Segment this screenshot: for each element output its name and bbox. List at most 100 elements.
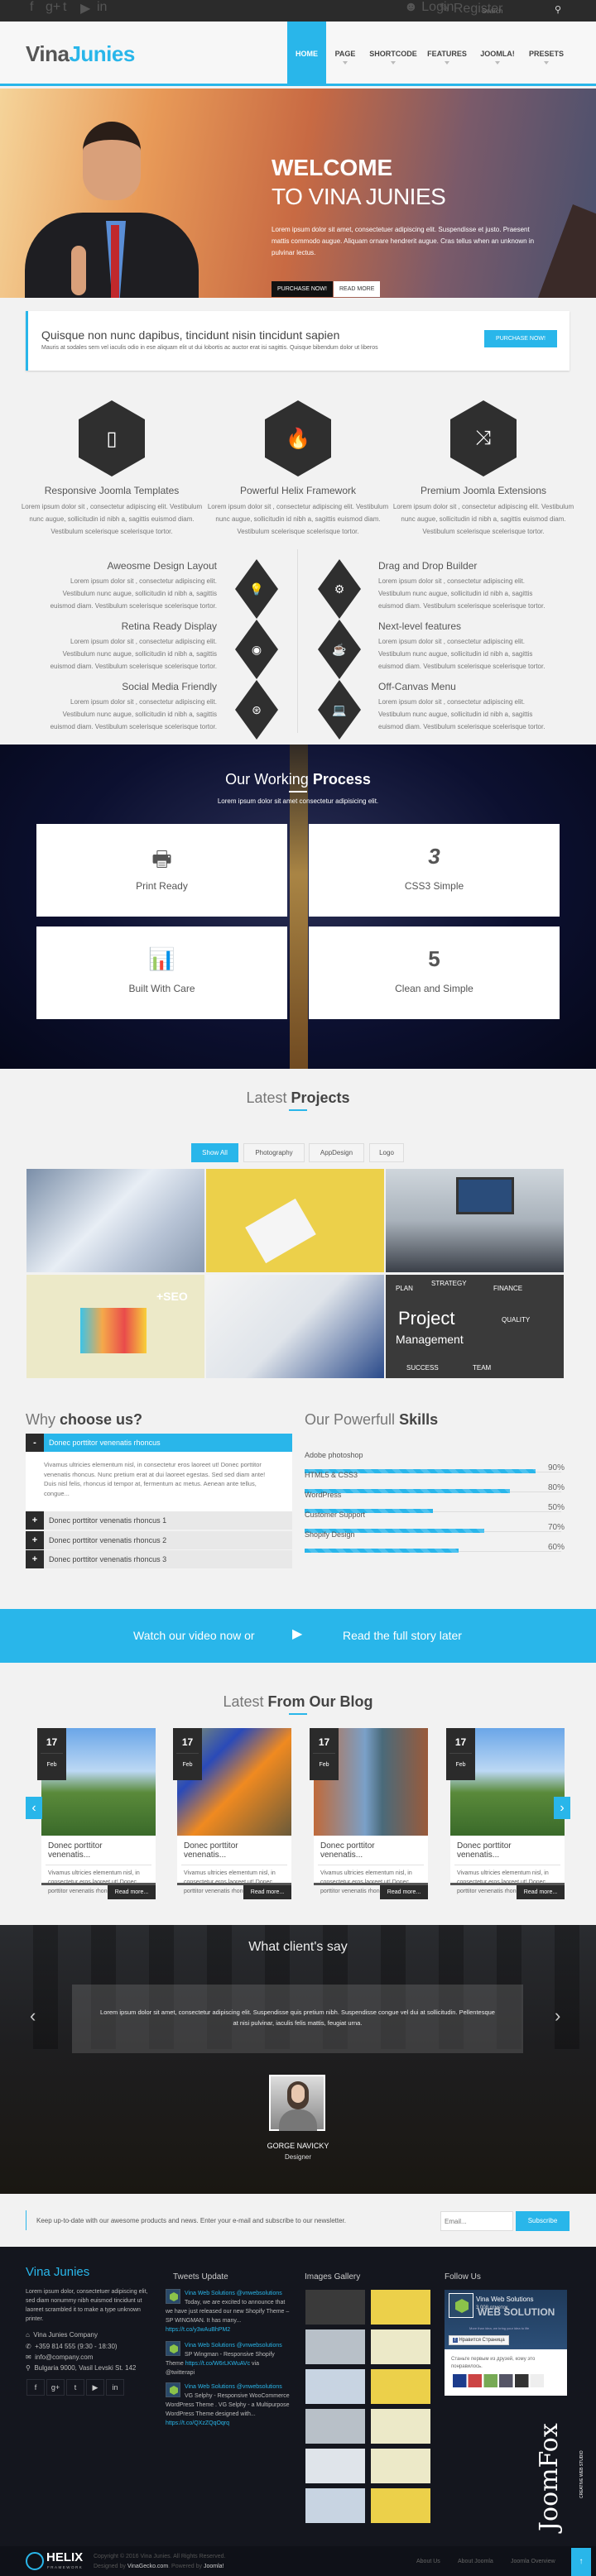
- testimonial-prev-icon[interactable]: ‹: [30, 2005, 36, 2027]
- google-plus-icon[interactable]: g+: [46, 0, 60, 15]
- accordion-item[interactable]: + Donec porttitor venenatis rhoncus 1: [26, 1511, 292, 1530]
- logo[interactable]: VinaJunies: [26, 41, 135, 67]
- board-text: SUCCESS: [406, 1364, 439, 1372]
- footer-facebook-icon[interactable]: f: [26, 2379, 45, 2396]
- footer-google-plus-icon[interactable]: g+: [46, 2379, 65, 2396]
- gallery-thumb[interactable]: [305, 2290, 365, 2325]
- callout-purchase-button[interactable]: PURCHASE NOW!: [484, 330, 557, 347]
- scroll-top-button[interactable]: ↑: [571, 2548, 591, 2576]
- testimonial-quote: Lorem ipsum dolor sit amet, consectetur …: [100, 2009, 495, 2027]
- carousel-next-button[interactable]: ›: [554, 1797, 570, 1819]
- skill-item: Shopify Design 60%: [305, 1530, 571, 1563]
- gallery-thumb[interactable]: [305, 2369, 365, 2404]
- project-thumb-stationery[interactable]: [206, 1169, 384, 1272]
- tweet-link[interactable]: https://t.co/y3wAuBhPM2: [166, 2327, 230, 2333]
- project-thumb-tablet-chart[interactable]: [26, 1169, 204, 1272]
- testimonial-next-icon[interactable]: ›: [555, 2005, 560, 2027]
- blog-post-title[interactable]: Donec porttitor venenatis...: [318, 1836, 424, 1865]
- blog-body: Donec porttitor venenatis... Vivamus ultr…: [177, 1836, 291, 1894]
- contact-address: ⚲ Bulgaria 9000, Vasil Levski St. 142: [26, 2364, 136, 2372]
- testimonial-section: What client's say Lorem ipsum dolor sit …: [0, 1925, 596, 2194]
- filter-show-all[interactable]: Show All: [191, 1143, 238, 1162]
- facebook-icon[interactable]: f: [30, 0, 33, 15]
- accordion-item-open[interactable]: - Donec porttitor venenatis rhoncus: [26, 1434, 292, 1452]
- contact-email[interactable]: ✉ info@company.com: [26, 2353, 93, 2361]
- purchase-now-button[interactable]: PURCHASE NOW!: [272, 281, 333, 297]
- project-thumb-meeting[interactable]: [386, 1169, 564, 1272]
- fb-like-button[interactable]: f Нравится Страница: [449, 2335, 509, 2345]
- search-icon[interactable]: ⚲: [555, 4, 561, 15]
- read-more-button[interactable]: READ MORE: [334, 281, 381, 297]
- devices-screen: [80, 1308, 147, 1353]
- nav-shortcode[interactable]: SHORTCODE: [369, 22, 417, 86]
- read-more-button[interactable]: Read more...: [243, 1885, 291, 1899]
- tweet-author[interactable]: Vina Web Solutions @vnwebsolutions: [185, 2289, 290, 2298]
- callout-box: Quisque non nunc dapibus, tincidunt nisi…: [26, 311, 570, 371]
- filter-photography[interactable]: Photography: [243, 1143, 305, 1162]
- read-more-button[interactable]: Read more...: [380, 1885, 428, 1899]
- project-thumb-project-management[interactable]: PLAN STRATEGY FINANCE Project Management…: [386, 1275, 564, 1378]
- tweet-author[interactable]: Vina Web Solutions @vnwebsolutions: [185, 2382, 290, 2392]
- gallery-thumb[interactable]: [305, 2449, 365, 2483]
- nav-home[interactable]: HOME: [287, 22, 326, 86]
- joomla-link[interactable]: Joomla!: [204, 2564, 224, 2569]
- fb-page-name[interactable]: Vina Web Solutions: [476, 2296, 534, 2303]
- title-bold: Process: [312, 771, 371, 788]
- accordion-item[interactable]: + Donec porttitor venenatis rhoncus 2: [26, 1531, 292, 1549]
- footer-link-joomla-overview[interactable]: Joomla Overview: [511, 2559, 555, 2564]
- carousel-prev-button[interactable]: ‹: [26, 1797, 42, 1819]
- read-more-button[interactable]: Read more...: [517, 1885, 565, 1899]
- accordion-item[interactable]: + Donec porttitor venenatis rhoncus 3: [26, 1550, 292, 1568]
- project-thumb-charts[interactable]: [206, 1275, 384, 1378]
- gallery-thumb[interactable]: [305, 2488, 365, 2523]
- blog-card: 17 Feb Donec porttitor venenatis... Vivamus…: [446, 1728, 565, 1899]
- designer-link[interactable]: VinaGecko.com: [127, 2564, 168, 2569]
- read-story-link[interactable]: Read the full story later: [343, 1629, 462, 1642]
- twitter-icon[interactable]: t: [63, 0, 66, 15]
- skills-title: Our Powerfull Skills: [305, 1411, 438, 1429]
- nav-features[interactable]: FEATURES: [426, 22, 468, 86]
- filter-appdesign[interactable]: AppDesign: [309, 1143, 364, 1162]
- email-input[interactable]: [440, 2211, 513, 2231]
- footer-link-about-joomla[interactable]: About Joomla: [458, 2559, 493, 2564]
- footer-linkedin-icon[interactable]: in: [106, 2379, 124, 2396]
- nav-label: PAGE: [334, 50, 356, 58]
- board-text: QUALITY: [502, 1316, 531, 1324]
- gallery-thumb[interactable]: [305, 2329, 365, 2364]
- footer-link-about-us[interactable]: About Us: [416, 2559, 440, 2564]
- tweet-link[interactable]: https://t.co/W6rLKWuAVc: [185, 2361, 250, 2367]
- blog-post-title[interactable]: Donec porttitor venenatis...: [181, 1836, 287, 1865]
- filter-logo[interactable]: Logo: [369, 1143, 404, 1162]
- gallery-thumb[interactable]: [371, 2290, 430, 2325]
- date-day: 17: [454, 1736, 467, 1748]
- nav-joomla[interactable]: JOOMLA!: [478, 22, 517, 86]
- gallery-thumb[interactable]: [371, 2369, 430, 2404]
- play-icon[interactable]: ▶: [292, 1626, 302, 1642]
- youtube-icon[interactable]: ▶: [80, 0, 90, 17]
- nav-presets[interactable]: PRESETS: [528, 22, 565, 86]
- gallery-thumb[interactable]: [371, 2329, 430, 2364]
- newsletter-text: Keep up-to-date with our awesome product…: [36, 2217, 346, 2224]
- gallery-thumb[interactable]: [371, 2409, 430, 2444]
- process-subtitle: Lorem ipsum dolor sit amet consectetur a…: [217, 797, 379, 805]
- search-input[interactable]: [482, 4, 556, 17]
- accordion-title: Donec porttitor venenatis rhoncus 1: [49, 1516, 167, 1525]
- footer-twitter-icon[interactable]: t: [66, 2379, 84, 2396]
- nav-page[interactable]: PAGE: [331, 22, 359, 86]
- video-band: Watch our video now or ▶ Read the full s…: [0, 1609, 596, 1663]
- process-label: Built With Care: [128, 983, 195, 994]
- read-more-button[interactable]: Read more...: [108, 1885, 156, 1899]
- footer-youtube-icon[interactable]: ▶: [86, 2379, 104, 2396]
- vina-logo-icon: [170, 2344, 178, 2353]
- contact-text: Vina Junies Company: [33, 2331, 98, 2339]
- gallery-thumb[interactable]: [371, 2449, 430, 2483]
- subscribe-button[interactable]: Subscribe: [516, 2211, 570, 2231]
- gallery-thumb[interactable]: [305, 2409, 365, 2444]
- blog-post-title[interactable]: Donec porttitor venenatis...: [454, 1836, 560, 1865]
- gallery-thumb[interactable]: [371, 2488, 430, 2523]
- tweet-author[interactable]: Vina Web Solutions @vnwebsolutions: [185, 2341, 290, 2350]
- tweet-link[interactable]: https://t.co/QXzZQqOqrq: [166, 2420, 229, 2426]
- blog-post-title[interactable]: Donec porttitor venenatis...: [46, 1836, 151, 1865]
- project-thumb-devices[interactable]: +SEO: [26, 1275, 204, 1378]
- linkedin-icon[interactable]: in: [97, 0, 107, 15]
